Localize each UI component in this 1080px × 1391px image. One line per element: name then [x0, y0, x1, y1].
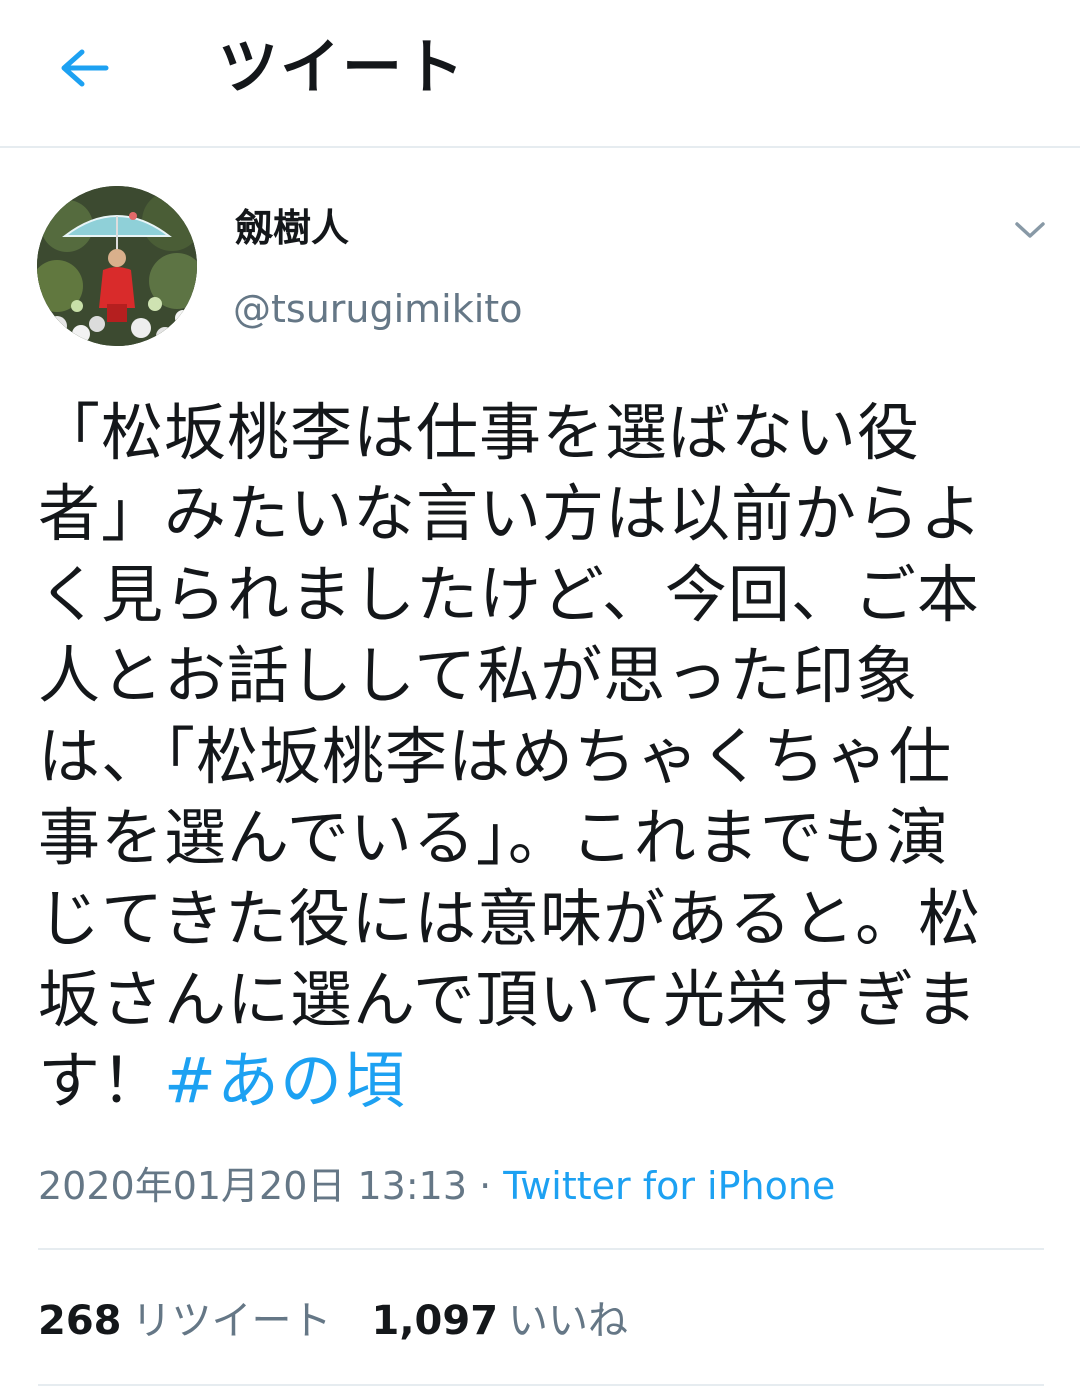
tweet-stats: 268 リツイート 1,097 いいね: [38, 1296, 628, 1346]
back-arrow-icon: [61, 49, 109, 87]
like-label: いいね: [508, 1298, 629, 1344]
more-options-button[interactable]: [1004, 208, 1056, 252]
retweet-label: リツイート: [131, 1298, 332, 1344]
page-title: ツイート: [218, 33, 466, 103]
top-bar: ツイート: [0, 0, 1080, 148]
user-handle[interactable]: @tsurugimikito: [233, 285, 522, 333]
retweets-stat[interactable]: 268 リツイート: [38, 1296, 332, 1346]
divider: [38, 1384, 1044, 1386]
tweet-text-line: 人とお話しして私が思った印象: [38, 639, 919, 712]
tweet-text-line: 事を選んでいる」。これまでも演: [38, 801, 949, 874]
tweet-text-line: く見られましたけど、今回、ご本: [38, 558, 980, 631]
tweet-text-line: 坂さんに選んで頂いて光栄すぎま: [38, 963, 979, 1036]
divider: [38, 1248, 1044, 1250]
like-count: 1,097: [371, 1298, 499, 1344]
tweet-text-line: は、「松坂桃李はめちゃくちゃ仕: [38, 720, 953, 793]
timestamp[interactable]: 2020年01月20日 13:13: [38, 1164, 467, 1208]
display-name[interactable]: 劔樹人: [235, 203, 349, 253]
tweet-text-line: 「松坂桃李は仕事を選ばない役: [38, 396, 921, 469]
source-link[interactable]: Twitter for iPhone: [503, 1164, 835, 1208]
hashtag-link[interactable]: #あの頃: [164, 1044, 406, 1117]
chevron-down-icon: [1015, 222, 1045, 238]
retweet-count: 268: [38, 1298, 122, 1344]
tweet-text-line: じてきた役には意味があると。松: [38, 882, 982, 955]
likes-stat[interactable]: 1,097 いいね: [372, 1296, 629, 1346]
tweet-text-line: す！: [38, 1044, 165, 1117]
tweet-text-line: 者」みたいな言い方は以前からよ: [38, 477, 984, 550]
avatar[interactable]: [37, 186, 197, 346]
avatar-photo: [37, 186, 197, 346]
tweet-text: 「松坂桃李は仕事を選ばない役 者」みたいな言い方は以前からよ く見られましたけど…: [38, 392, 1038, 1121]
meta-separator: ·: [467, 1164, 504, 1208]
tweet-meta: 2020年01月20日 13:13 · Twitter for iPhone: [38, 1162, 835, 1210]
back-button[interactable]: [48, 36, 120, 100]
